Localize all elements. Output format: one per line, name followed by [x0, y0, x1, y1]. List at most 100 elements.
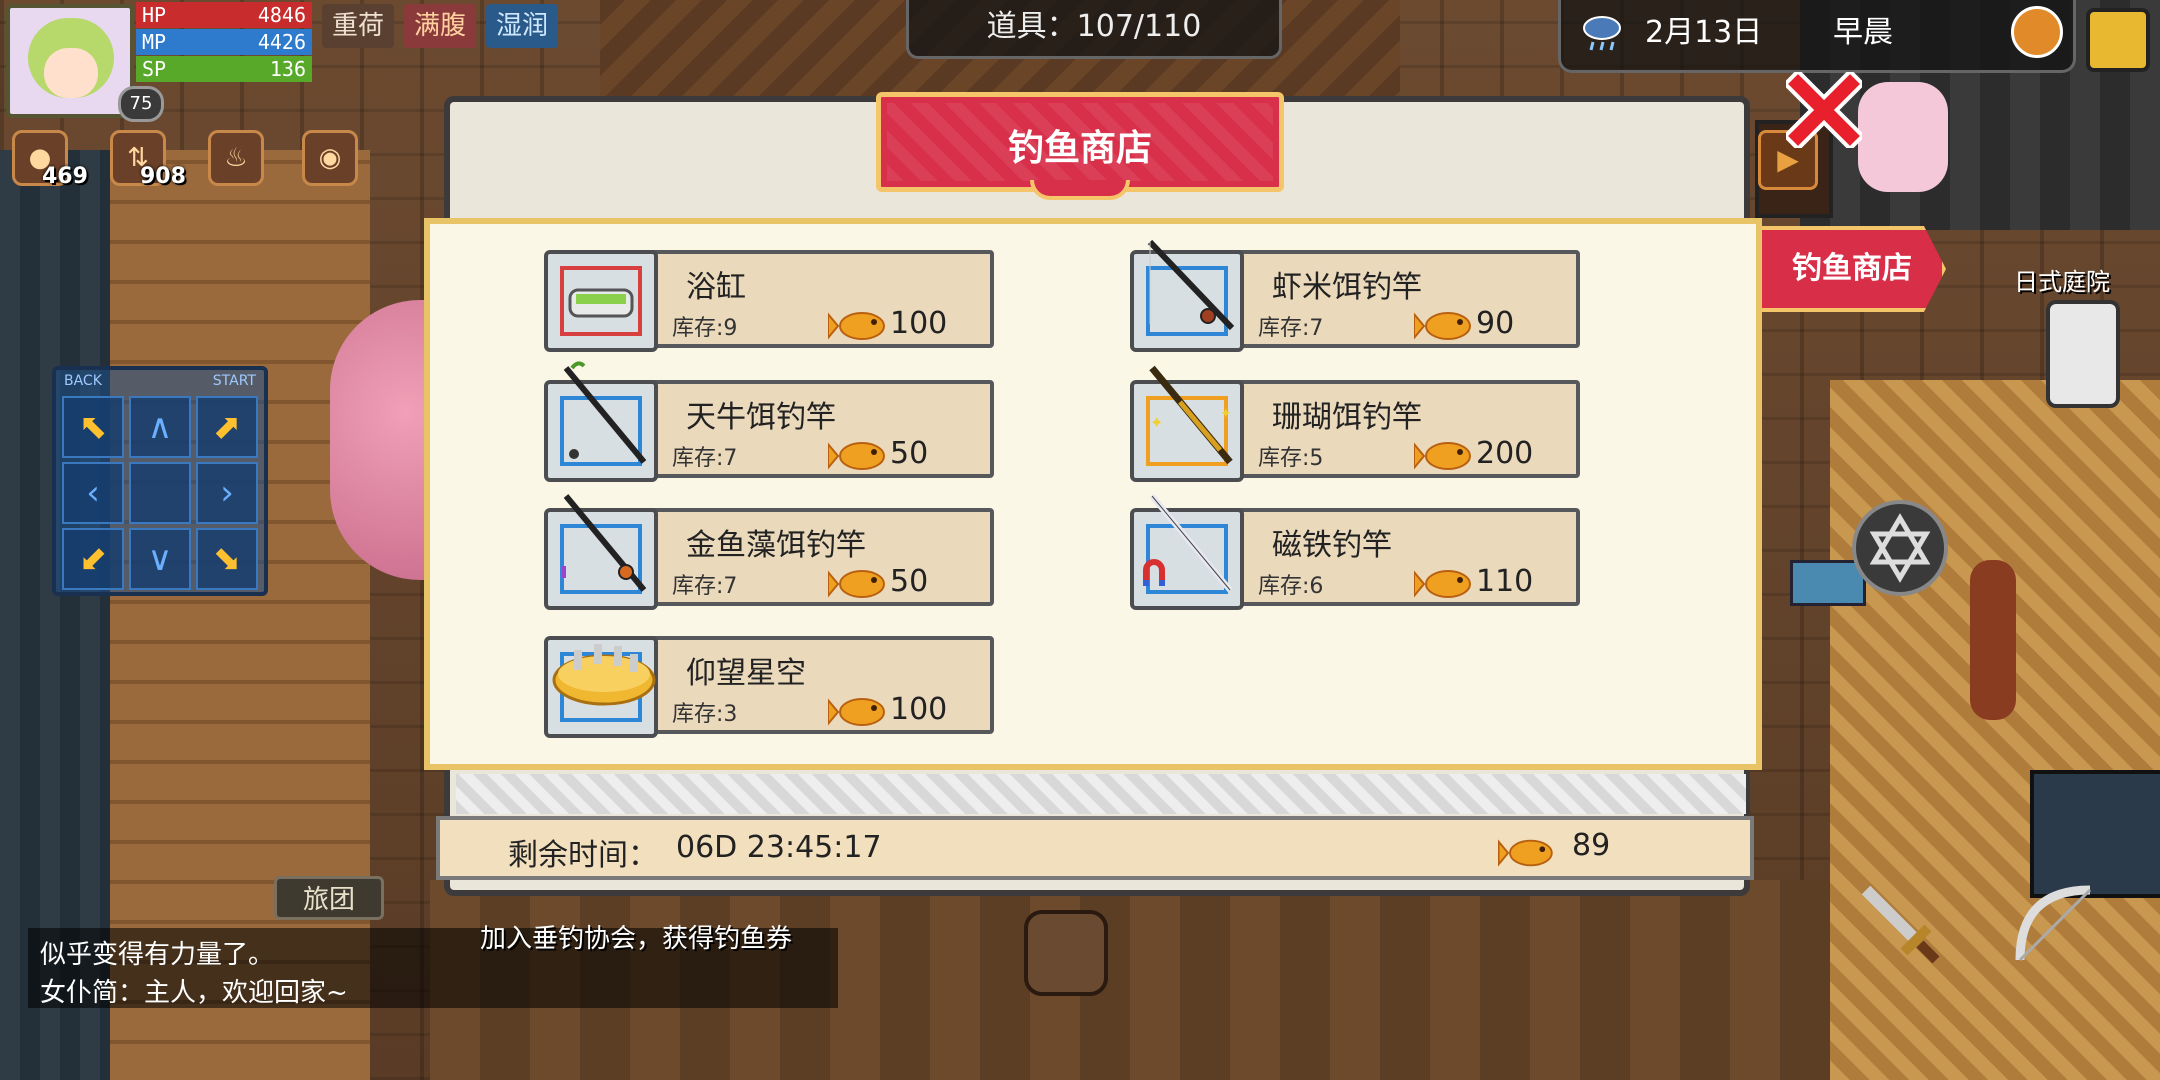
fish-coupon-icon	[1414, 570, 1471, 598]
item-price: 50	[890, 436, 929, 471]
hexagram-menu-icon[interactable]	[1852, 500, 1948, 596]
shop-side-tab[interactable]: 钓鱼商店	[1762, 226, 1946, 312]
status-tag-heavy[interactable]: 重荷	[322, 4, 395, 48]
shop-footer: 剩余时间： 06D 23:45:17 89	[436, 816, 1754, 880]
item-price: 200	[1476, 436, 1534, 471]
portrait-face	[44, 48, 98, 98]
dpad-left[interactable]: ‹	[62, 462, 124, 524]
globe-icon[interactable]	[2011, 6, 2063, 58]
sp-value: 136	[269, 57, 306, 81]
item-name: 珊瑚饵钓竿	[1272, 400, 1422, 435]
mp-value: 4426	[257, 30, 306, 54]
status-tag-wet[interactable]: 湿润	[486, 4, 559, 48]
quest-hint: 加入垂钓协会，获得钓鱼券	[480, 924, 793, 954]
item-price: 90	[1476, 306, 1515, 341]
patterned-rug	[1830, 380, 2160, 1080]
dpad-up[interactable]: ∧	[129, 396, 191, 458]
shop-item[interactable]: 天牛饵钓竿 库存:7 50	[544, 361, 994, 482]
sort-count: 908	[140, 164, 186, 189]
item-stock: 库存:7	[672, 574, 738, 599]
sp-bar: SP 136	[136, 56, 312, 82]
dpad-down[interactable]: ∨	[129, 528, 191, 590]
status-tag-full[interactable]: 满腹	[404, 4, 477, 48]
fishing-rod-icon	[1147, 239, 1235, 331]
item-name: 磁铁钓竿	[1272, 528, 1392, 563]
mp-bar: MP 4426	[136, 29, 312, 55]
tour-tab[interactable]: 旅团	[274, 876, 384, 920]
location-label: 日式庭院	[2014, 268, 2110, 296]
shop-title-banner: 钓鱼商店	[876, 92, 1284, 192]
date-weather-bar: 2月13日 早晨	[1558, 0, 2076, 73]
shop-item[interactable]: ✦ ✦ 珊瑚饵钓竿 库存:5 200	[1130, 365, 1580, 482]
dpad-start-label[interactable]: START	[213, 373, 256, 389]
shop-item[interactable]: 浴缸 库存:9 100	[544, 250, 994, 352]
item-price: 100	[890, 692, 948, 727]
item-price: 50	[890, 564, 929, 599]
fish-coupon-icon	[828, 312, 885, 340]
dpad-down-left[interactable]: ⬋	[62, 528, 124, 590]
item-price: 100	[890, 306, 948, 341]
star-cake-icon	[552, 644, 656, 706]
dpad-center[interactable]	[129, 462, 191, 524]
fishing-rod-icon	[562, 494, 647, 592]
mp-label: MP	[142, 30, 167, 54]
hp-bar: HP 4846	[136, 2, 312, 28]
item-icon-slot: ✦ ✦	[1130, 365, 1244, 482]
character-portrait[interactable]	[6, 4, 134, 118]
item-icon-slot	[1130, 239, 1244, 352]
mp-potion-icon[interactable]: ◉	[302, 130, 358, 186]
item-name: 浴缸	[686, 270, 746, 305]
phone-icon[interactable]	[2046, 300, 2120, 408]
blue-machine	[1790, 560, 1866, 606]
level-badge: 75	[118, 86, 164, 122]
hp-value: 4846	[257, 3, 306, 27]
bathtub-icon	[568, 288, 634, 318]
item-stock: 库存:3	[672, 702, 738, 727]
close-icon[interactable]	[1786, 72, 1862, 148]
hp-label: HP	[142, 3, 167, 27]
date-text: 2月13日	[1645, 15, 1763, 50]
coin-count: 469	[42, 164, 88, 189]
svg-text:✦: ✦	[1220, 406, 1232, 422]
golden-rod-icon: ✦ ✦	[1149, 365, 1233, 465]
dpad-up-left[interactable]: ⬉	[62, 396, 124, 458]
time-of-day: 早晨	[1833, 15, 1893, 50]
inventory-capacity[interactable]: 道具：107/110	[906, 0, 1282, 59]
star-of-david-icon	[1869, 513, 1931, 583]
dpad-right[interactable]: ›	[196, 462, 258, 524]
bunny-npc[interactable]	[1858, 82, 1948, 192]
bow-icon[interactable]	[2000, 870, 2110, 980]
item-stock: 库存:7	[672, 446, 738, 471]
dpad-header: BACK START	[56, 370, 264, 392]
fish-coupon-icon	[1414, 312, 1471, 340]
fire-icon[interactable]: ♨	[208, 130, 264, 186]
chat-message: 女仆简：主人，欢迎回家~	[40, 978, 348, 1008]
shop-item[interactable]: 仰望星空 库存:3 100	[544, 636, 994, 738]
shop-item[interactable]: 金鱼藻饵钓竿 库存:7 50	[544, 494, 994, 610]
fishing-rod-icon	[563, 361, 647, 464]
banner-notch	[1030, 180, 1130, 200]
item-stock: 库存:7	[1258, 316, 1324, 341]
dpad-back-label[interactable]: BACK	[64, 373, 102, 389]
fish-coupon-icon	[828, 442, 885, 470]
fish-coupon-icon	[828, 698, 885, 726]
item-icon-slot	[1130, 494, 1244, 610]
backpack-icon[interactable]	[1024, 910, 1108, 996]
item-stock: 库存:9	[672, 316, 738, 341]
fish-coupon-icon	[1414, 442, 1471, 470]
item-icon-slot	[544, 361, 658, 482]
violin-decor	[1970, 560, 2016, 720]
item-name: 虾米饵钓竿	[1272, 270, 1422, 305]
item-icon-slot	[544, 636, 658, 738]
remaining-time-label: 剩余时间：	[508, 838, 658, 873]
sword-icon[interactable]	[1846, 870, 1946, 970]
shop-item[interactable]: 磁铁钓竿 库存:6 110	[1130, 494, 1580, 610]
expand-icon[interactable]	[2086, 8, 2150, 72]
item-stock: 库存:6	[1258, 574, 1324, 599]
shop-item[interactable]: 虾米饵钓竿 库存:7 90	[1130, 239, 1580, 352]
item-icon-slot	[544, 494, 658, 610]
magnet-rod-icon	[1143, 494, 1233, 592]
dpad-up-right[interactable]: ⬈	[196, 396, 258, 458]
dpad-down-right[interactable]: ⬊	[196, 528, 258, 590]
item-name: 天牛饵钓竿	[686, 400, 836, 435]
